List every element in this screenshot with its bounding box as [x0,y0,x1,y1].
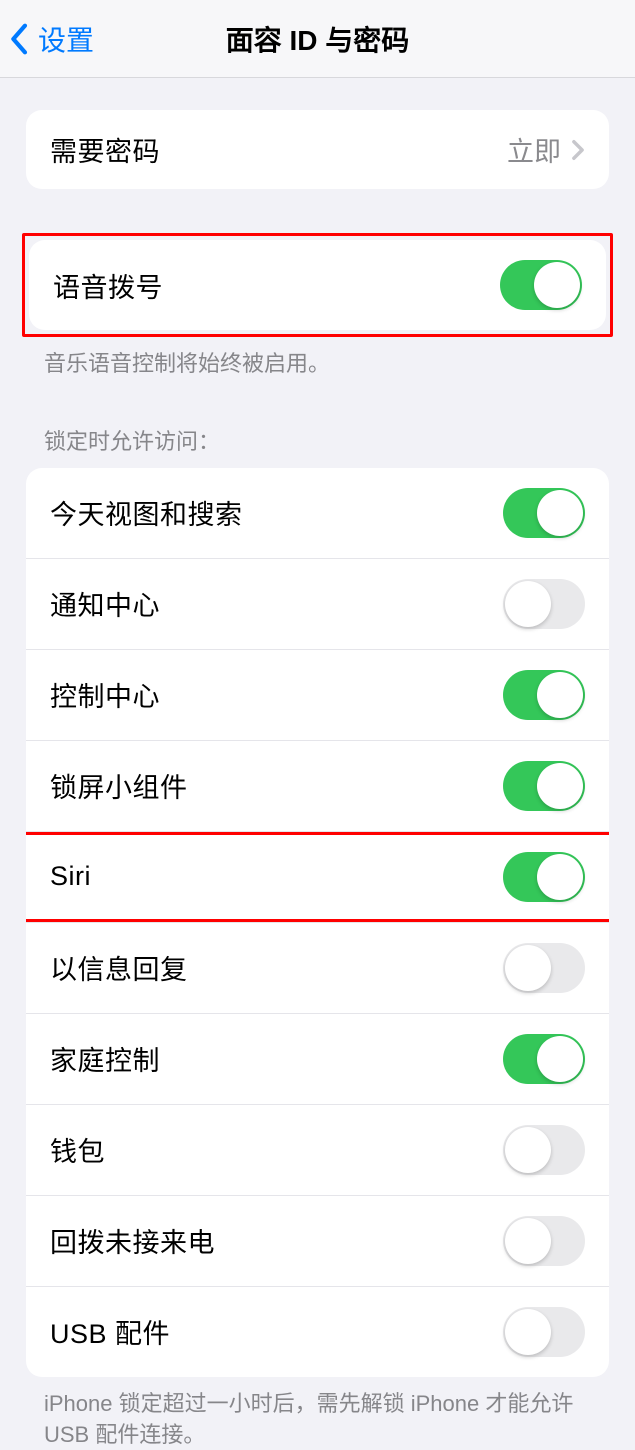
back-button[interactable]: 设置 [0,19,94,59]
chevron-right-icon [571,139,585,161]
require-passcode-row[interactable]: 需要密码 立即 [26,110,609,189]
lock-access-label: 今天视图和搜索 [50,493,243,532]
lock-access-row: 通知中心 [26,559,609,650]
lock-access-toggle[interactable] [503,1216,585,1266]
lock-access-label: 家庭控制 [50,1039,160,1078]
lock-access-toggle[interactable] [503,488,585,538]
lock-access-row: 控制中心 [26,650,609,741]
lock-access-label: 锁屏小组件 [50,766,188,805]
voice-dial-toggle[interactable] [500,260,582,310]
back-label: 设置 [38,19,94,59]
lock-access-toggle[interactable] [503,1125,585,1175]
lock-access-label: 回拨未接来电 [50,1221,215,1260]
lock-access-row: 今天视图和搜索 [26,468,609,559]
lock-access-row: 钱包 [26,1105,609,1196]
lock-access-label: Siri [50,861,91,892]
lock-access-toggle[interactable] [503,761,585,811]
lock-access-row: 家庭控制 [26,1014,609,1105]
highlight-voice-dial: 语音拨号 [22,233,613,337]
lock-access-label: 控制中心 [50,675,160,714]
lock-access-row: 回拨未接来电 [26,1196,609,1287]
lock-access-row-siri: Siri [26,832,609,923]
lock-access-group: 今天视图和搜索通知中心控制中心锁屏小组件 Siri 以信息回复家庭控制钱包回拨未接来… [26,468,609,1377]
require-passcode-label: 需要密码 [50,130,160,169]
voice-dial-footer: 音乐语音控制将始终被启用。 [0,337,635,380]
page-title: 面容 ID 与密码 [0,19,635,59]
lock-access-toggle[interactable] [503,670,585,720]
lock-access-row: 锁屏小组件 [26,741,609,832]
chevron-left-icon [10,22,30,56]
lock-access-label: 钱包 [50,1130,105,1169]
lock-access-toggle[interactable] [503,579,585,629]
voice-dial-group: 语音拨号 [29,240,606,330]
navigation-bar: 设置 面容 ID 与密码 [0,0,635,78]
lock-access-header: 锁定时允许访问： [0,424,635,468]
lock-access-toggle[interactable] [503,852,585,902]
lock-access-label: USB 配件 [50,1312,170,1351]
require-passcode-value: 立即 [507,130,561,169]
require-passcode-group: 需要密码 立即 [26,110,609,189]
lock-access-label: 以信息回复 [50,948,188,987]
lock-access-label: 通知中心 [50,584,160,623]
lock-access-row: 以信息回复 [26,923,609,1014]
lock-access-footer: iPhone 锁定超过一小时后，需先解锁 iPhone 才能允许USB 配件连接… [0,1377,635,1450]
lock-access-toggle[interactable] [503,1034,585,1084]
voice-dial-label: 语音拨号 [53,266,163,305]
voice-dial-row: 语音拨号 [29,240,606,330]
lock-access-toggle[interactable] [503,943,585,993]
lock-access-toggle[interactable] [503,1307,585,1357]
lock-access-row: USB 配件 [26,1287,609,1377]
